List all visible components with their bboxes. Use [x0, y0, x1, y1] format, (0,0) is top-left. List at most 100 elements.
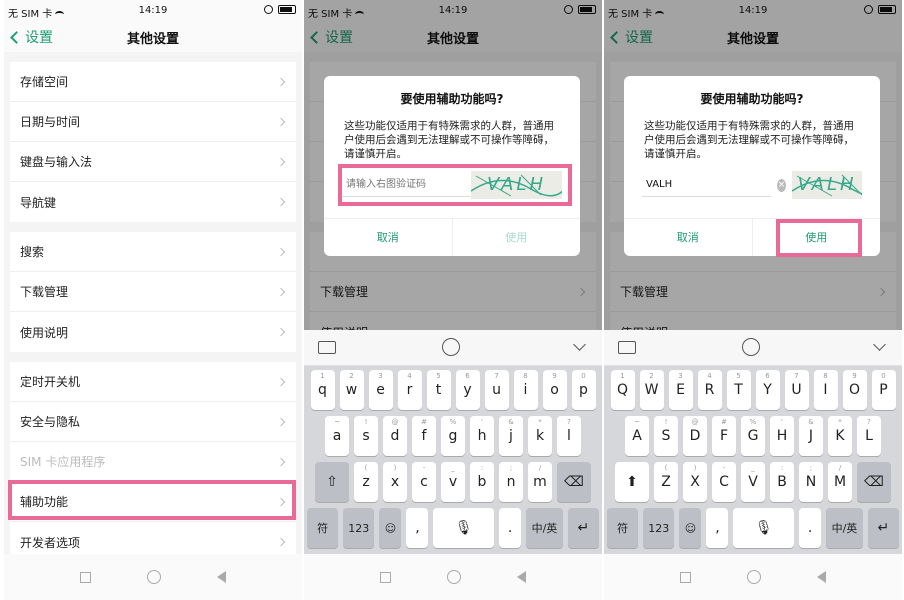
key[interactable]: _ v	[441, 462, 465, 502]
keyboard-icon[interactable]	[618, 341, 636, 354]
key[interactable]: 5T	[726, 370, 751, 410]
key[interactable]: 5t	[426, 370, 451, 410]
key[interactable]: ; N	[799, 462, 823, 502]
period-key[interactable]: .	[499, 508, 522, 548]
home-icon[interactable]	[147, 570, 161, 584]
symbol-key[interactable]: 符	[607, 508, 639, 548]
key[interactable]: # f	[412, 416, 436, 456]
language-key[interactable]: 中/英	[826, 508, 863, 548]
key[interactable]: 7U	[784, 370, 809, 410]
settings-item-storage[interactable]: 存储空间	[10, 62, 296, 102]
key[interactable]: ' H	[770, 416, 794, 456]
symbol-key[interactable]: 符	[307, 508, 339, 548]
key[interactable]: 2w	[339, 370, 364, 410]
key[interactable]: 6Y	[755, 370, 780, 410]
backspace-key[interactable]: ⌫	[857, 462, 891, 502]
captcha-input[interactable]	[642, 173, 771, 197]
shift-key-active[interactable]: ⬆	[615, 462, 649, 502]
settings-item-manual[interactable]: 使用说明	[10, 312, 296, 352]
emoji-icon[interactable]	[742, 338, 760, 356]
language-key[interactable]: 中/英	[526, 508, 563, 548]
key[interactable]: ~ A	[625, 416, 649, 456]
chevron-down-icon[interactable]	[573, 338, 586, 351]
enter-key[interactable]: ↵	[567, 508, 599, 548]
key[interactable]: / M	[828, 462, 852, 502]
key[interactable]: / m	[528, 462, 552, 502]
key[interactable]: * K	[828, 416, 852, 456]
space-key[interactable]: 🎙	[433, 508, 495, 548]
key[interactable]: 8i	[513, 370, 538, 410]
settings-item-datetime[interactable]: 日期与时间	[10, 102, 296, 142]
key[interactable]: % g	[441, 416, 465, 456]
key[interactable]: ~ a	[325, 416, 349, 456]
comma-key[interactable]: ,	[406, 508, 429, 548]
number-key[interactable]: 123	[343, 508, 375, 548]
key[interactable]: 3e	[368, 370, 393, 410]
key[interactable]: _ V	[741, 462, 765, 502]
home-icon[interactable]	[747, 570, 761, 584]
cancel-button[interactable]: 取消	[324, 219, 452, 256]
key[interactable]: -C	[712, 462, 736, 502]
key[interactable]: # F	[712, 416, 736, 456]
key[interactable]: ! s	[354, 416, 378, 456]
key[interactable]: @ D	[683, 416, 707, 456]
key[interactable]: & j	[499, 416, 523, 456]
key[interactable]: 0P	[871, 370, 896, 410]
key[interactable]: 7u	[484, 370, 509, 410]
key[interactable]: 4R	[697, 370, 722, 410]
key[interactable]: 3E	[668, 370, 693, 410]
back-triangle-icon[interactable]	[517, 571, 526, 583]
key[interactable]: ; n	[499, 462, 523, 502]
key[interactable]: :B	[770, 462, 794, 502]
key[interactable]: ? L	[857, 416, 881, 456]
key[interactable]: 9O	[842, 370, 867, 410]
backspace-key[interactable]: ⌫	[557, 462, 591, 502]
period-key[interactable]: .	[799, 508, 822, 548]
enter-key[interactable]: ↵	[867, 508, 899, 548]
settings-item-keyboard[interactable]: 键盘与输入法	[10, 142, 296, 182]
emoji-key[interactable]: ☺	[679, 508, 702, 548]
back-triangle-icon[interactable]	[817, 571, 826, 583]
key[interactable]: 1Q	[610, 370, 635, 410]
recents-icon[interactable]	[380, 571, 391, 583]
key[interactable]: ' h	[470, 416, 494, 456]
recents-icon[interactable]	[80, 571, 91, 583]
key[interactable]: 4r	[397, 370, 422, 410]
key[interactable]: -c	[412, 462, 436, 502]
space-key[interactable]: 🎙	[733, 508, 795, 548]
captcha-image[interactable]: VALH	[792, 171, 862, 199]
key[interactable]: 8I	[813, 370, 838, 410]
settings-item-search[interactable]: 搜索	[10, 232, 296, 272]
emoji-icon[interactable]	[442, 338, 460, 356]
number-key[interactable]: 123	[643, 508, 675, 548]
key[interactable]: 1q	[310, 370, 335, 410]
key[interactable]: 0p	[571, 370, 596, 410]
recents-icon[interactable]	[680, 571, 691, 583]
settings-item-schedule-power[interactable]: 定时开关机	[10, 362, 296, 402]
key[interactable]: ) X	[683, 462, 707, 502]
key[interactable]: ) x	[383, 462, 407, 502]
key[interactable]: * k	[528, 416, 552, 456]
key[interactable]: (z	[354, 462, 378, 502]
key[interactable]: ? l	[557, 416, 581, 456]
key[interactable]: @ d	[383, 416, 407, 456]
back-triangle-icon[interactable]	[217, 571, 226, 583]
comma-key[interactable]: ,	[706, 508, 729, 548]
shift-key[interactable]: ⇧	[315, 462, 349, 502]
settings-item-navkeys[interactable]: 导航键	[10, 182, 296, 222]
chevron-down-icon[interactable]	[873, 338, 886, 351]
settings-item-security[interactable]: 安全与隐私	[10, 402, 296, 442]
key[interactable]: (Z	[654, 462, 678, 502]
key[interactable]: ! S	[654, 416, 678, 456]
key[interactable]: 2W	[639, 370, 664, 410]
key[interactable]: % G	[741, 416, 765, 456]
key[interactable]: :b	[470, 462, 494, 502]
settings-item-downloads[interactable]: 下载管理	[10, 272, 296, 312]
key[interactable]: 9o	[542, 370, 567, 410]
key[interactable]: & J	[799, 416, 823, 456]
emoji-key[interactable]: ☺	[379, 508, 402, 548]
cancel-button[interactable]: 取消	[624, 219, 752, 256]
clear-icon[interactable]: ×	[777, 178, 787, 192]
key[interactable]: 6y	[455, 370, 480, 410]
keyboard-icon[interactable]	[318, 341, 336, 354]
